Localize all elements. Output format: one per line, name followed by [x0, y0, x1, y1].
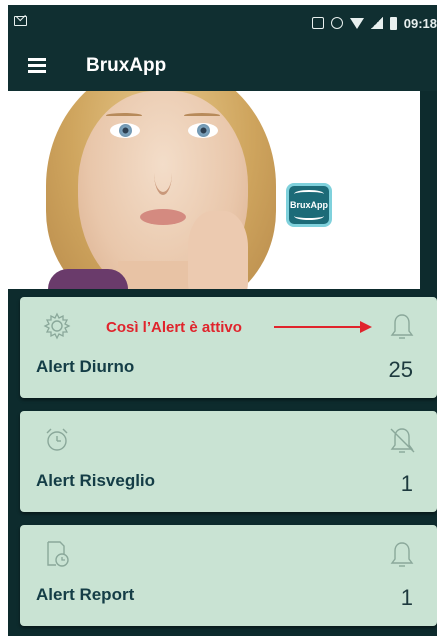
nfc-icon [311, 17, 324, 29]
alarm-status-icon [330, 17, 343, 29]
card-alert-report[interactable]: Alert Report 1 [20, 525, 437, 626]
bell-off-icon[interactable] [387, 425, 417, 455]
card-value: 1 [400, 471, 413, 496]
card-value: 1 [400, 585, 413, 610]
wifi-icon [349, 17, 364, 29]
alarm-clock-icon [46, 428, 68, 451]
app-title: BruxApp [86, 55, 167, 76]
card-alert-risveglio[interactable]: Alert Risveglio 1 [20, 411, 437, 512]
battery-icon [389, 16, 397, 30]
bruxapp-logo: BruxApp [286, 183, 332, 227]
card-value: 25 [388, 357, 413, 382]
bell-icon[interactable] [387, 311, 417, 341]
arrow-right-icon [274, 321, 372, 333]
card-label: Alert Risveglio [36, 471, 156, 490]
status-bar: 09:18 [8, 5, 437, 41]
hamburger-menu-icon[interactable] [28, 58, 46, 73]
header-image: BruxApp [8, 91, 420, 289]
phone-screen: 09:18 BruxApp BruxApp Così l’Alert è att… [8, 5, 437, 636]
mail-notification-icon [14, 16, 27, 26]
status-indicators: 09:18 [311, 13, 437, 33]
status-time: 09:18 [403, 15, 437, 31]
signal-icon [370, 17, 383, 29]
woman-portrait-image [8, 91, 308, 289]
app-bar: BruxApp [8, 41, 437, 91]
active-annotation: Così l’Alert è attivo [106, 319, 242, 336]
card-label: Alert Diurno [36, 357, 135, 376]
card-label: Alert Report [36, 585, 135, 604]
gear-icon [43, 312, 71, 340]
card-alert-diurno[interactable]: Così l’Alert è attivo Alert Diurno 25 [20, 297, 437, 398]
report-clock-icon [47, 541, 69, 567]
logo-text: BruxApp [290, 200, 328, 210]
bell-icon[interactable] [387, 539, 417, 569]
